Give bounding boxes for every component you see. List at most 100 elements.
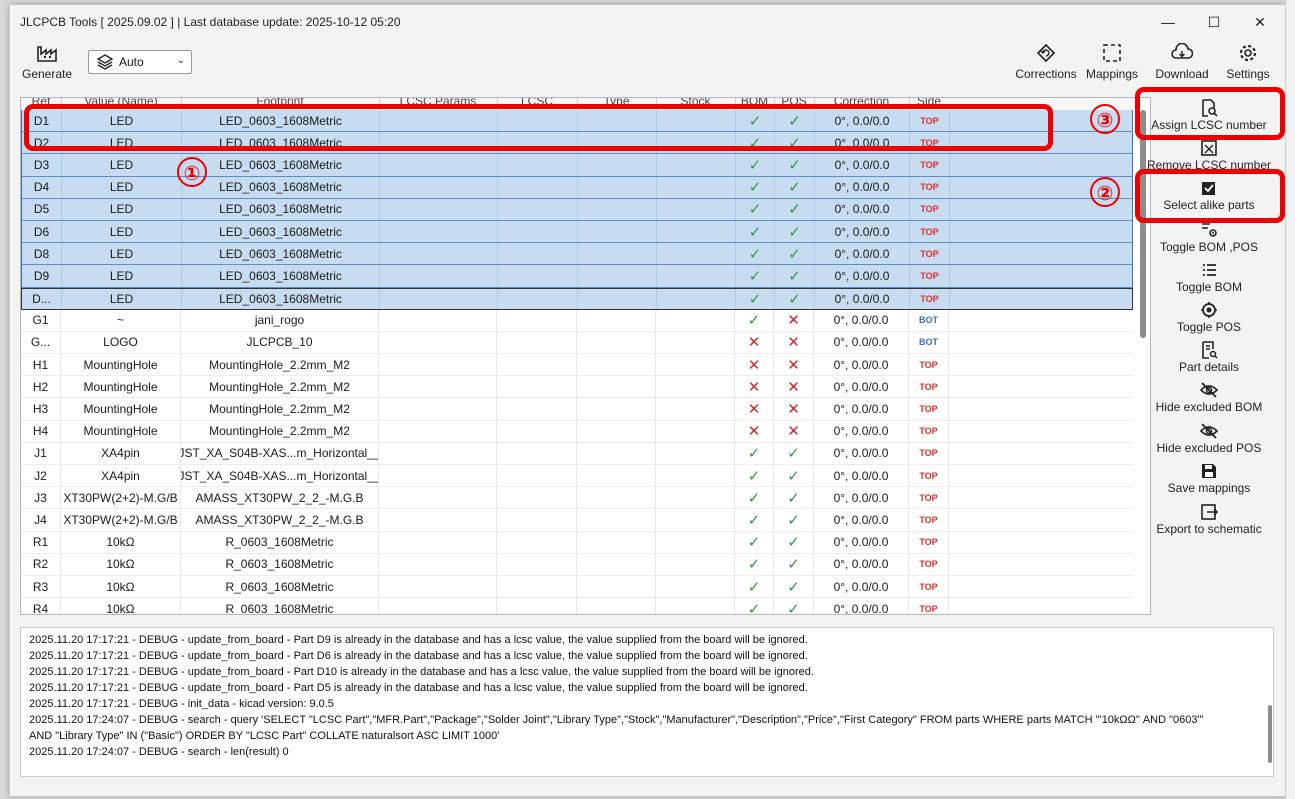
cell-type[interactable] xyxy=(577,509,656,531)
cell-value[interactable]: LED xyxy=(62,243,182,265)
cell-value[interactable]: LED xyxy=(62,154,182,176)
cell-stock[interactable] xyxy=(656,531,735,553)
cell-value[interactable]: XA4pin xyxy=(61,442,181,464)
cell-pos[interactable]: ✓ xyxy=(774,575,814,598)
toggle-bom-pos-button[interactable]: Toggle BOM ,POS xyxy=(1136,221,1282,254)
cell-ref[interactable]: R4 xyxy=(21,598,61,614)
table-row[interactable]: R3 10kΩ R_0603_1608Metric ✓ ✓ 0°, 0.0/0.0 TOP xyxy=(21,575,1133,599)
cell-bom[interactable]: ✓ xyxy=(735,442,774,464)
cell-correction[interactable]: 0°, 0.0/0.0 xyxy=(815,243,910,265)
cell-stock[interactable] xyxy=(657,265,736,287)
close-button[interactable]: ✕ xyxy=(1237,9,1283,35)
minimize-button[interactable]: — xyxy=(1145,9,1191,35)
cell-footprint[interactable]: MountingHole_2.2mm_M2 xyxy=(181,398,379,420)
hide-excluded-pos-button[interactable]: Hide excluded POS xyxy=(1136,422,1282,455)
cell-bom[interactable]: ✕ xyxy=(735,376,774,398)
cell-lcsc[interactable] xyxy=(498,288,578,309)
cell-pos[interactable]: ✕ xyxy=(774,331,814,354)
cell-type[interactable] xyxy=(578,220,657,243)
cell-type[interactable] xyxy=(577,331,656,354)
cell-footprint[interactable]: MountingHole_2.2mm_M2 xyxy=(181,420,379,442)
cell-bom[interactable]: ✓ xyxy=(735,465,774,487)
cell-correction[interactable]: 0°, 0.0/0.0 xyxy=(815,154,910,176)
cell-side[interactable]: TOP xyxy=(909,487,949,509)
cell-type[interactable] xyxy=(577,398,656,420)
cell-type[interactable] xyxy=(578,265,657,287)
cell-type[interactable] xyxy=(578,176,657,198)
table-row[interactable]: R4 10kΩ R_0603_1608Metric ✓ ✓ 0°, 0.0/0.0 TOP xyxy=(21,598,1133,614)
table-row[interactable]: D8 LED LED_0603_1608Metric ✓ ✓ 0°, 0.0/0.0 TOP xyxy=(21,243,1133,266)
cell-pos[interactable]: ✓ xyxy=(775,288,815,309)
table-row[interactable]: J3 XT30PW(2+2)-M.G/B AMASS_XT30PW_2_2_-M.G… xyxy=(21,487,1133,510)
cell-value[interactable]: MountingHole xyxy=(61,376,181,398)
cell-ref[interactable]: R3 xyxy=(21,575,61,598)
cell-lcsc-params[interactable] xyxy=(379,420,497,442)
cell-value[interactable]: LED xyxy=(62,265,182,287)
cell-ref[interactable]: G1 xyxy=(21,309,61,331)
cell-side[interactable]: TOP xyxy=(910,265,950,287)
cell-stock[interactable] xyxy=(657,176,736,198)
table-row[interactable]: H1 MountingHole MountingHole_2.2mm_M2 ✕ ✕ 0°,… xyxy=(21,354,1133,377)
cell-pos[interactable]: ✓ xyxy=(775,265,815,287)
cell-ref[interactable]: D3 xyxy=(22,154,62,176)
cell-correction[interactable]: 0°, 0.0/0.0 xyxy=(814,487,909,509)
cell-pos[interactable]: ✓ xyxy=(774,553,814,575)
cell-lcsc[interactable] xyxy=(498,243,578,265)
cell-type[interactable] xyxy=(577,575,656,598)
cell-footprint[interactable]: LED_0603_1608Metric xyxy=(182,176,380,198)
cell-lcsc[interactable] xyxy=(498,154,578,176)
cell-value[interactable]: LED xyxy=(62,220,182,243)
cell-lcsc[interactable] xyxy=(498,265,578,287)
cell-lcsc[interactable] xyxy=(497,398,577,420)
cell-lcsc[interactable] xyxy=(497,442,577,464)
mappings-button[interactable]: Mappings xyxy=(1082,43,1142,81)
cell-value[interactable]: LED xyxy=(62,176,182,198)
cell-footprint[interactable]: LED_0603_1608Metric xyxy=(182,265,380,287)
table-row[interactable]: J4 XT30PW(2+2)-M.G/B AMASS_XT30PW_2_2_-M.G… xyxy=(21,509,1133,532)
cell-footprint[interactable]: LED_0603_1608Metric xyxy=(182,198,380,220)
cell-value[interactable]: 10kΩ xyxy=(61,575,181,598)
cell-type[interactable] xyxy=(577,531,656,553)
table-row[interactable]: H2 MountingHole MountingHole_2.2mm_M2 ✕ ✕ 0°,… xyxy=(21,376,1133,399)
cell-correction[interactable]: 0°, 0.0/0.0 xyxy=(814,376,909,398)
cell-bom[interactable]: ✕ xyxy=(735,331,774,354)
cell-lcsc-params[interactable] xyxy=(380,154,498,176)
cell-stock[interactable] xyxy=(657,243,736,265)
cell-lcsc[interactable] xyxy=(497,465,577,487)
cell-bom[interactable]: ✓ xyxy=(735,553,774,575)
cell-type[interactable] xyxy=(577,442,656,464)
cell-value[interactable]: LED xyxy=(62,288,182,309)
cell-lcsc[interactable] xyxy=(498,176,578,198)
cell-stock[interactable] xyxy=(656,309,735,331)
cell-ref[interactable]: J3 xyxy=(21,487,61,509)
cell-correction[interactable]: 0°, 0.0/0.0 xyxy=(814,553,909,575)
cell-footprint[interactable]: MountingHole_2.2mm_M2 xyxy=(181,376,379,398)
cell-ref[interactable]: D9 xyxy=(22,265,62,287)
cell-bom[interactable]: ✕ xyxy=(735,420,774,442)
table-row[interactable]: H3 MountingHole MountingHole_2.2mm_M2 ✕ ✕ 0°,… xyxy=(21,398,1133,421)
cell-type[interactable] xyxy=(577,465,656,487)
cell-value[interactable]: 10kΩ xyxy=(61,553,181,575)
cell-pos[interactable]: ✕ xyxy=(774,309,814,331)
cell-pos[interactable]: ✓ xyxy=(774,598,814,614)
cell-side[interactable]: TOP xyxy=(909,420,949,442)
cell-lcsc-params[interactable] xyxy=(380,220,498,243)
cell-stock[interactable] xyxy=(656,598,735,614)
table-row[interactable]: D6 LED LED_0603_1608Metric ✓ ✓ 0°, 0.0/0.0 TOP xyxy=(21,220,1133,244)
cell-footprint[interactable]: LED_0603_1608Metric xyxy=(182,220,380,243)
cell-value[interactable]: XA4pin xyxy=(61,465,181,487)
cell-bom[interactable]: ✕ xyxy=(735,398,774,420)
cell-footprint[interactable]: LED_0603_1608Metric xyxy=(182,243,380,265)
cell-bom[interactable]: ✓ xyxy=(736,154,775,176)
cell-lcsc[interactable] xyxy=(497,420,577,442)
cell-type[interactable] xyxy=(577,376,656,398)
cell-type[interactable] xyxy=(578,154,657,176)
cell-type[interactable] xyxy=(577,598,656,614)
cell-pos[interactable]: ✕ xyxy=(774,420,814,442)
cell-value[interactable]: LOGO xyxy=(61,331,181,354)
toggle-bom-button[interactable]: Toggle BOM xyxy=(1136,261,1282,294)
cell-bom[interactable]: ✓ xyxy=(736,176,775,198)
cell-side[interactable]: TOP xyxy=(909,376,949,398)
cell-side[interactable]: TOP xyxy=(910,220,950,243)
cell-bom[interactable]: ✓ xyxy=(735,598,774,614)
